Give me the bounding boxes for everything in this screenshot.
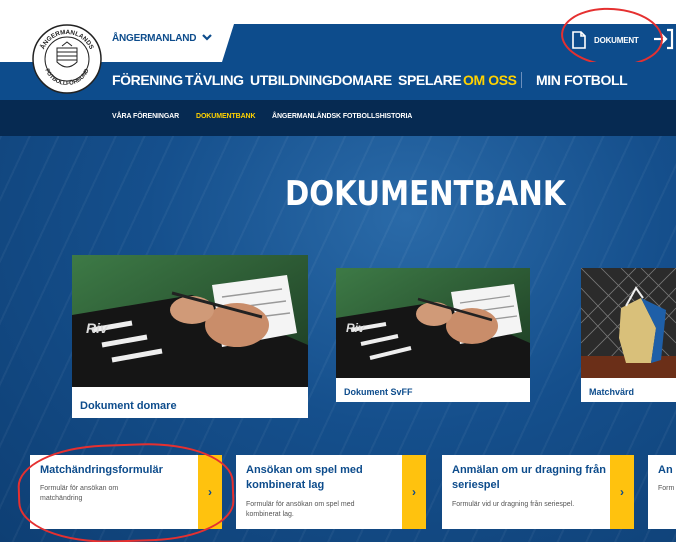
chevron-right-icon: › — [620, 485, 624, 499]
subnav-item-vara-foreningar[interactable]: VÅRA FÖRENINGAR — [112, 113, 179, 120]
form-card-partial[interactable]: An Form — [648, 455, 676, 529]
form-card-arrow-button[interactable]: › — [198, 455, 222, 529]
form-card-urdragning[interactable]: Anmälan om ur dragning från seriespel Fo… — [442, 455, 634, 529]
document-icon — [572, 31, 586, 49]
subnav-item-dokumentbank[interactable]: DOKUMENTBANK — [196, 113, 256, 120]
nav-item-utbildning[interactable]: UTBILDNING — [250, 72, 333, 88]
svg-text:Riv: Riv — [346, 321, 366, 335]
form-card-kombinerat-lag[interactable]: Ansökan om spel med kombinerat lag Formu… — [236, 455, 426, 529]
login-icon[interactable] — [652, 28, 674, 50]
form-card-description: Formulär för ansökan om spel med kombine… — [246, 501, 355, 518]
sub-navigation: VÅRA FÖRENINGAR DOKUMENTBANK ÅNGERMANLÄN… — [0, 100, 676, 136]
district-selector-label[interactable]: ÅNGERMANLAND — [112, 33, 196, 44]
form-card-description: Form — [658, 485, 675, 492]
card-dokument-domare[interactable]: Riv Dokument domare — [72, 255, 308, 418]
crest-logo-icon[interactable]: ÅNGERMANLANDS FOTBOLLFÖRBUND — [32, 24, 102, 94]
chevron-down-icon[interactable] — [200, 30, 214, 44]
card-label: Dokument domare — [80, 400, 177, 412]
page-title: DOKUMENTBANK — [285, 174, 566, 214]
chevron-right-icon: › — [208, 485, 212, 499]
form-card-arrow-button[interactable]: › — [610, 455, 634, 529]
nav-item-forening[interactable]: FÖRENING — [112, 72, 183, 88]
form-card-title: Matchändringsformulär — [40, 464, 163, 476]
svg-text:Riv: Riv — [86, 320, 109, 336]
fence-jersey-photo — [581, 268, 676, 378]
document-link[interactable]: DOKUMENT — [572, 26, 639, 54]
nav-separator — [521, 72, 522, 88]
document-link-label: DOKUMENT — [594, 35, 639, 45]
form-card-title: An — [658, 464, 673, 476]
form-card-arrow-button[interactable]: › — [402, 455, 426, 529]
form-card-title: Anmälan om ur dragning från seriespel — [452, 464, 607, 491]
nav-item-om-oss[interactable]: OM OSS — [463, 72, 517, 88]
card-matchvard[interactable]: Matchvärd — [581, 268, 676, 402]
referee-notepad-photo: Riv — [336, 268, 530, 378]
nav-item-domare[interactable]: DOMARE — [332, 72, 392, 88]
card-dokument-svff[interactable]: Riv Dokument SvFF — [336, 268, 530, 402]
chevron-right-icon: › — [412, 485, 416, 499]
card-label: Dokument SvFF — [344, 387, 413, 397]
nav-item-spelare[interactable]: SPELARE — [398, 72, 462, 88]
form-card-matchandring[interactable]: Matchändringsformulär Formulär för ansök… — [30, 455, 222, 529]
nav-item-min-fotboll[interactable]: MIN FOTBOLL — [536, 72, 628, 88]
form-card-description: Formulär vid ur dragning från seriespel. — [452, 501, 575, 508]
card-label: Matchvärd — [589, 387, 635, 397]
nav-item-tavling[interactable]: TÄVLING — [185, 72, 244, 88]
form-card-title: Ansökan om spel med kombinerat lag — [246, 464, 363, 491]
referee-notepad-photo: Riv — [72, 255, 308, 387]
subnav-item-fotbollshistoria[interactable]: ÅNGERMANLÄNDSK FOTBOLLSHISTORIA — [272, 113, 412, 120]
form-card-description: Formulär för ansökan om matchändring — [40, 485, 119, 502]
